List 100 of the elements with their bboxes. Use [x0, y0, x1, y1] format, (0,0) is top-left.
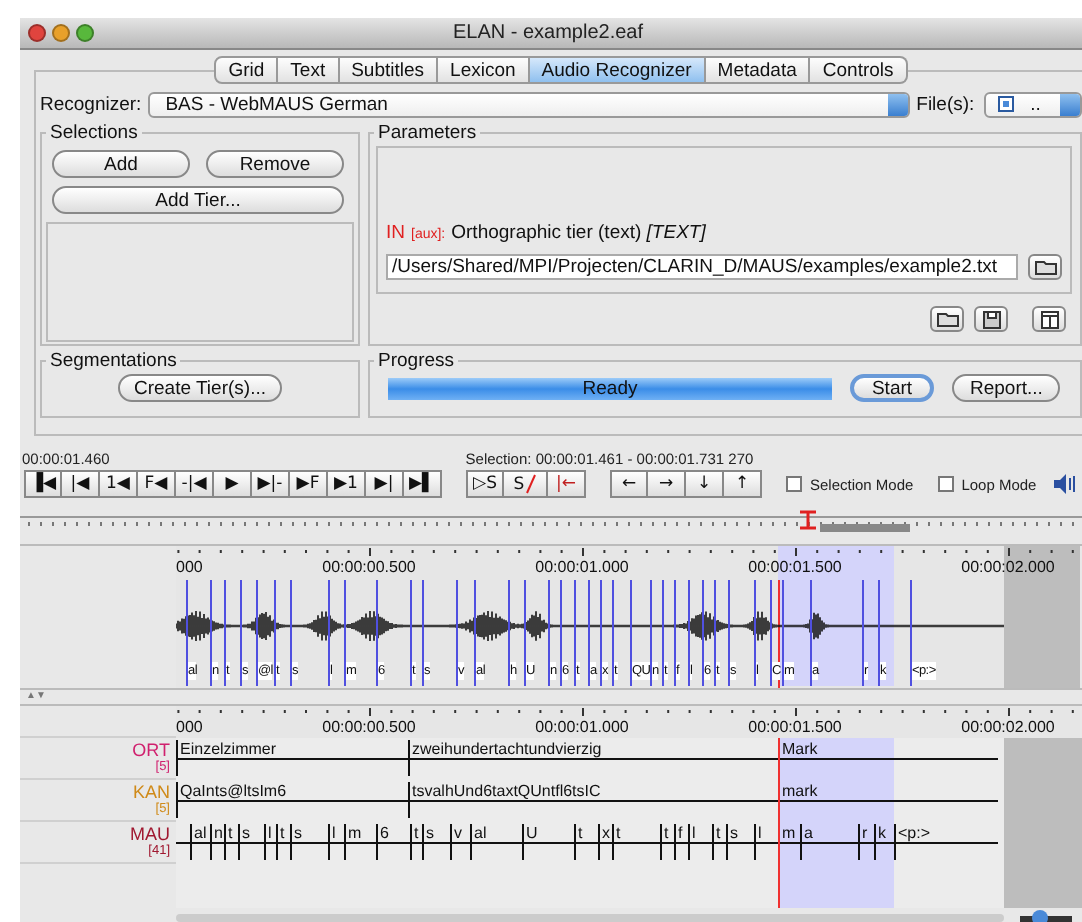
transport-button[interactable]: ▶ [214, 470, 252, 498]
save-button[interactable] [974, 306, 1008, 332]
annotation[interactable]: l [264, 824, 276, 860]
tab[interactable]: Metadata [705, 56, 811, 84]
annotation[interactable]: QaInts@ltsIm6 [176, 782, 408, 818]
zoom-slider[interactable] [1020, 915, 1072, 921]
tab[interactable]: Subtitles [339, 56, 439, 84]
start-button[interactable]: Start [850, 374, 934, 402]
annotation[interactable]: s [422, 824, 450, 860]
window-title: ELAN - example2.eaf [450, 22, 646, 44]
open-button[interactable] [930, 306, 964, 332]
boundary-line [574, 580, 576, 686]
navigation-button[interactable]: → [648, 470, 686, 498]
transport-button[interactable]: 1◀ [100, 470, 138, 498]
files-checkbox[interactable] [998, 96, 1015, 112]
annotation[interactable]: al [190, 824, 210, 860]
boundary-line [474, 580, 476, 686]
annotation[interactable]: m [344, 824, 376, 860]
checkbox[interactable] [937, 476, 954, 492]
boundary-line [810, 580, 812, 686]
boundary-line [650, 580, 652, 686]
time-label: 00:00:02.000 [961, 558, 1055, 576]
selection-tool-button[interactable]: |← [548, 470, 586, 498]
navigation-button[interactable]: ↓ [686, 470, 724, 498]
window-icon [1039, 309, 1059, 329]
transport-button[interactable]: ▶▌ [404, 470, 442, 498]
annotation[interactable]: x [598, 824, 612, 860]
transport-button[interactable]: ▶F [290, 470, 328, 498]
boundary-line [240, 580, 242, 686]
folder-icon [1033, 258, 1058, 276]
transport-button[interactable]: ▶1 [328, 470, 366, 498]
annotation[interactable]: l [688, 824, 712, 860]
transport-button[interactable]: ▐◀ [24, 470, 62, 498]
annotation[interactable]: Einzelzimmer [176, 740, 408, 776]
io-tag: IN [386, 222, 405, 244]
boundary-line [754, 580, 756, 686]
annotation[interactable]: t [410, 824, 422, 860]
boundary-line [878, 580, 880, 686]
annotation[interactable]: f [674, 824, 688, 860]
button[interactable]: Add [52, 150, 190, 178]
selection-tool-button[interactable]: ▷S [466, 470, 504, 498]
annotation[interactable]: <p:> [894, 824, 996, 860]
boundary-line [224, 580, 226, 686]
tab[interactable]: Lexicon [438, 56, 530, 84]
selection-tool-button[interactable]: S [504, 470, 548, 498]
annotation[interactable]: 6 [376, 824, 410, 860]
tab[interactable]: Text [278, 56, 340, 84]
checkbox[interactable] [786, 476, 802, 492]
transport-button[interactable]: |◀ [62, 470, 100, 498]
boundary-line [422, 580, 424, 686]
annotation[interactable]: U [522, 824, 574, 860]
files-dropdown[interactable]: .. [984, 91, 1082, 117]
button[interactable]: Remove [206, 150, 344, 178]
annotation[interactable]: s [238, 824, 264, 860]
tab[interactable]: Audio Recognizer [529, 56, 706, 84]
button[interactable]: Add Tier... [52, 186, 344, 214]
panel-title: Progress [376, 350, 457, 372]
zoom-slider-thumb[interactable] [1032, 909, 1049, 922]
file-path-field[interactable]: /Users/Shared/MPI/Projecten/CLARIN_D/MAUS/examples/example2.txt [386, 254, 1019, 280]
recognizer-dropdown[interactable]: BAS - WebMAUS German [147, 91, 911, 117]
transport-button[interactable]: F◀ [138, 470, 176, 498]
annotation[interactable]: v [450, 824, 470, 860]
annotation[interactable]: l [328, 824, 344, 860]
transport-button[interactable]: ▶|- [252, 470, 290, 498]
annotation[interactable]: r [858, 824, 874, 860]
annotation[interactable]: t [660, 824, 674, 860]
annotation[interactable]: t [712, 824, 726, 860]
transport-button[interactable]: ▶| [366, 470, 404, 498]
annotation[interactable]: t [612, 824, 660, 860]
annotation[interactable]: a [800, 824, 858, 860]
boundary-line [782, 580, 784, 686]
boundary-line [256, 580, 258, 686]
boundary-line [274, 580, 276, 686]
annotation[interactable]: n [210, 824, 224, 860]
create-tiers-button[interactable]: Create Tier(s)... [118, 374, 282, 402]
boundary-line [548, 580, 550, 686]
boundary-line [456, 580, 458, 686]
boundary-line [210, 580, 212, 686]
navigation-button[interactable]: ↑ [724, 470, 762, 498]
report-button[interactable]: Report... [952, 374, 1061, 402]
recognizer-label: Recognizer: [40, 93, 142, 115]
navigation-button[interactable]: ← [610, 470, 648, 498]
annotation[interactable]: k [874, 824, 894, 860]
annotation[interactable]: t [224, 824, 238, 860]
time-label: 00:00:02.000 [961, 718, 1055, 736]
browse-button[interactable] [1028, 254, 1062, 280]
boundary-line [524, 580, 526, 686]
boundary-line [728, 580, 730, 686]
annotation[interactable]: t [574, 824, 598, 860]
tab[interactable]: Grid [214, 56, 279, 84]
annotation[interactable]: t [276, 824, 290, 860]
tier-name: ORT [132, 742, 170, 760]
transport-button[interactable]: -|◀ [176, 470, 214, 498]
window-button[interactable] [1032, 306, 1066, 332]
annotation[interactable]: al [470, 824, 522, 860]
boundary-line [630, 580, 632, 686]
tab[interactable]: Controls [810, 56, 908, 84]
annotation[interactable]: s [726, 824, 754, 860]
boundary-line [560, 580, 562, 686]
annotation[interactable]: s [290, 824, 328, 860]
